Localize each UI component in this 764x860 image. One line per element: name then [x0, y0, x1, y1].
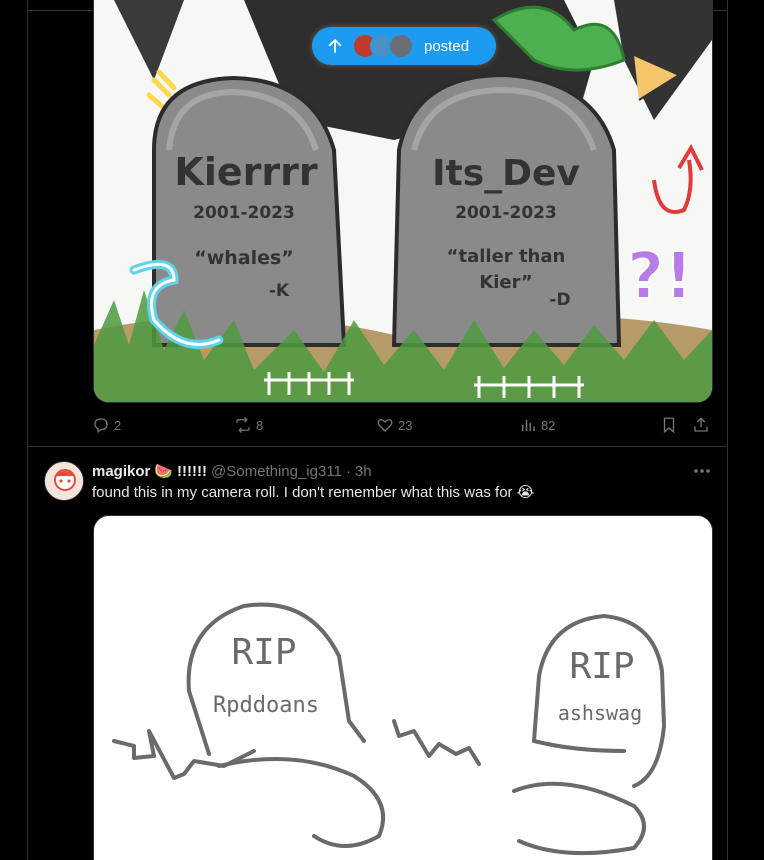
sketch-right-top: RIP — [569, 646, 634, 687]
right-stone-quote-2: Kier” — [479, 272, 532, 293]
views-button[interactable]: 82 — [519, 414, 555, 436]
pill-label: posted — [424, 38, 469, 55]
post-text: found this in my camera roll. I don't re… — [92, 483, 534, 501]
views-icon — [519, 416, 537, 434]
post-divider — [28, 446, 727, 447]
reply-button[interactable]: 2 — [92, 414, 121, 436]
right-stone-years: 2001-2023 — [455, 203, 557, 223]
post-media-image[interactable]: RIP Rpddoans RIP ashswag — [93, 515, 713, 860]
user-handle[interactable]: @Something_ig311 — [211, 463, 342, 480]
display-name-suffix: !!!!!! — [177, 463, 207, 480]
left-stone-years: 2001-2023 — [193, 203, 295, 223]
more-options-icon[interactable] — [692, 462, 712, 480]
sketch-illustration: RIP Rpddoans RIP ashswag — [94, 516, 712, 860]
watermelon-emoji: 🍉 — [154, 462, 173, 480]
share-button[interactable] — [692, 414, 710, 436]
right-stone-name: Its_Dev — [432, 153, 580, 194]
bookmark-button[interactable] — [660, 414, 678, 436]
reply-count: 2 — [114, 418, 121, 433]
avatar-image — [45, 462, 84, 501]
reply-icon — [92, 416, 110, 434]
post-header: magikor 🍉 !!!!!! @Something_ig311 · 3h — [92, 461, 372, 481]
like-button[interactable]: 23 — [376, 414, 412, 436]
repost-icon — [234, 416, 252, 434]
views-count: 82 — [541, 418, 555, 433]
timeline-column: Kierrrr 2001-2023 “whales” -K Its_Dev 20… — [27, 0, 728, 860]
post-time[interactable]: 3h — [355, 463, 372, 480]
pill-avatar — [388, 33, 414, 59]
new-posts-pill[interactable]: posted — [312, 27, 496, 65]
sketch-left-bottom: Rpddoans — [213, 693, 319, 718]
share-icon — [692, 416, 710, 434]
repost-button[interactable]: 8 — [234, 414, 263, 436]
heart-icon — [376, 416, 394, 434]
bookmark-icon — [660, 416, 678, 434]
display-name[interactable]: magikor — [92, 463, 150, 480]
left-stone-quote: “whales” — [194, 247, 294, 269]
sketch-right-bottom: ashswag — [558, 701, 642, 725]
left-stone-name: Kierrrr — [174, 150, 317, 194]
arrow-up-icon — [326, 37, 344, 55]
right-stone-quote-1: “taller than — [447, 246, 566, 267]
right-stone-sign: -D — [549, 290, 570, 310]
sketch-left-top: RIP — [231, 632, 296, 673]
repost-count: 8 — [256, 418, 263, 433]
post-actions: 2 8 23 82 — [92, 414, 716, 436]
avatar[interactable] — [44, 461, 84, 501]
header-separator: · — [346, 463, 351, 480]
left-stone-sign: -K — [269, 281, 290, 301]
like-count: 23 — [398, 418, 412, 433]
doodle-exclaim: ?! — [627, 240, 693, 314]
